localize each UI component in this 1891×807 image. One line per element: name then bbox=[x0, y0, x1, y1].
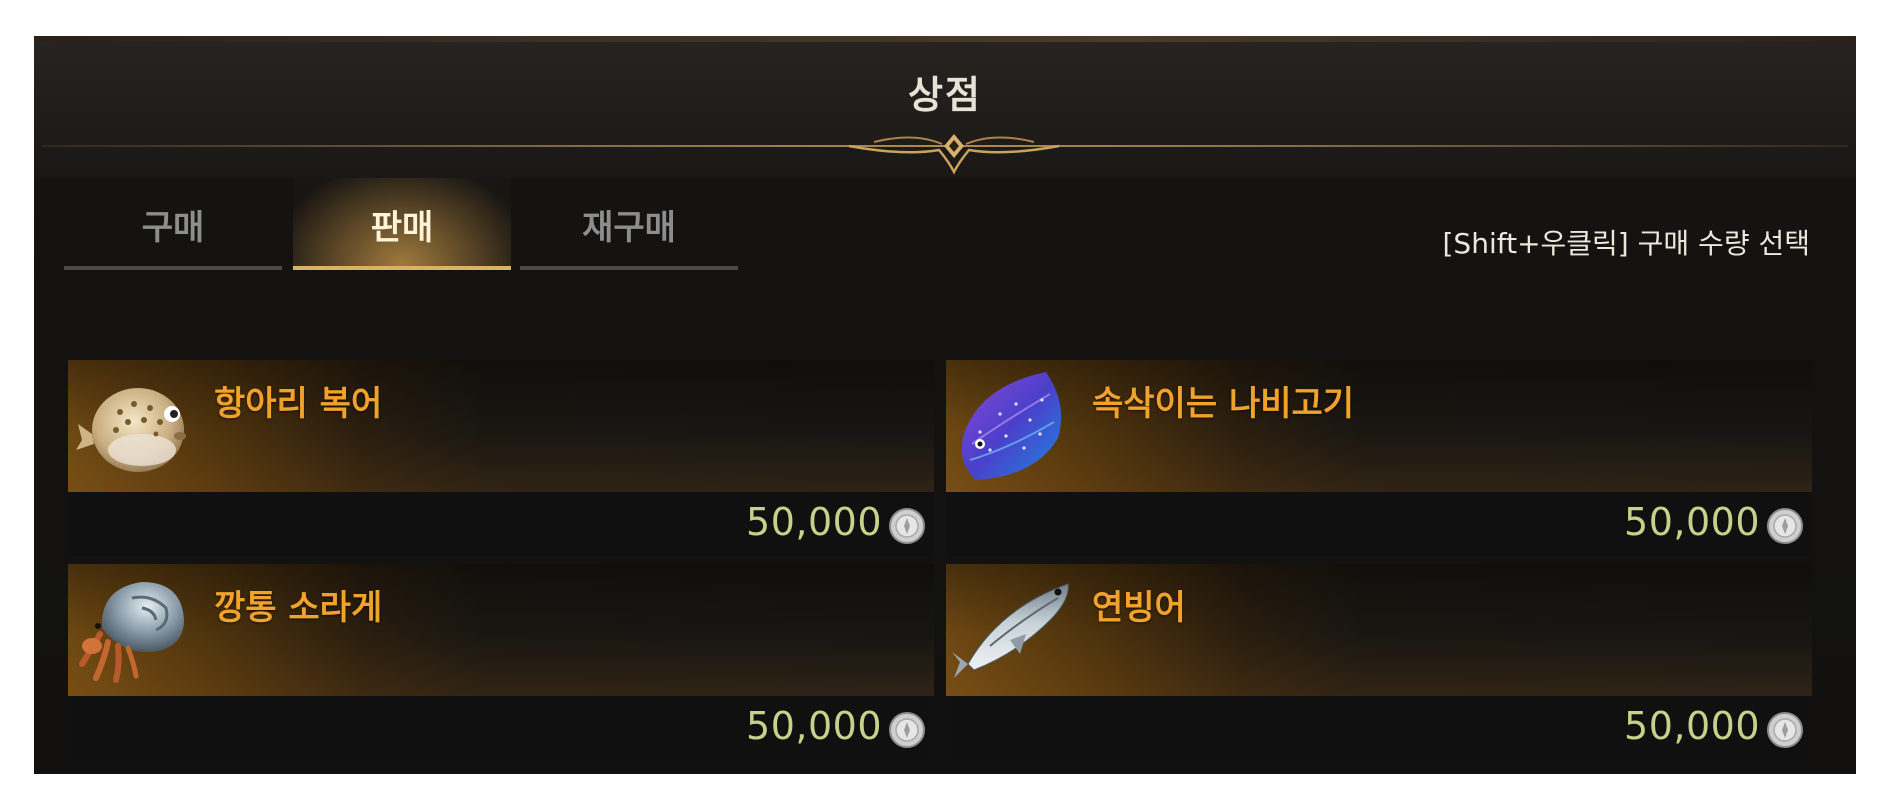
tab-buy[interactable]: 구매 bbox=[64, 178, 282, 270]
shop-window: 상점 구매 판매 재구매 [Shift+우클릭] 구매 수량 선택 항아리 복어… bbox=[34, 36, 1856, 774]
silver-coin-icon bbox=[1767, 508, 1803, 544]
shop-item[interactable]: 깡통 소라게 50,000 bbox=[68, 564, 934, 760]
item-name: 연빙어 bbox=[1092, 588, 1186, 628]
tab-sell-label: 판매 bbox=[370, 208, 434, 248]
title-bar: 상점 bbox=[34, 42, 1856, 178]
hermit-crab-icon bbox=[79, 582, 184, 683]
quantity-hint: [Shift+우클릭] 구매 수량 선택 bbox=[1442, 227, 1811, 260]
tab-buy-label: 구매 bbox=[141, 208, 205, 248]
item-price: 50,000 bbox=[1624, 704, 1760, 748]
item-name-band bbox=[946, 564, 1812, 696]
tab-rebuy-label: 재구매 bbox=[582, 208, 676, 248]
tab-buy-underline bbox=[64, 266, 282, 270]
silver-coin-icon bbox=[889, 712, 925, 748]
item-name-band bbox=[68, 360, 934, 492]
item-price: 50,000 bbox=[746, 500, 882, 544]
tab-sell[interactable]: 판매 bbox=[293, 178, 511, 270]
item-price: 50,000 bbox=[746, 704, 882, 748]
window-title: 상점 bbox=[908, 73, 982, 117]
smelt-fish-icon bbox=[952, 583, 1069, 678]
shop-item[interactable]: 속삭이는 나비고기 50,000 bbox=[946, 360, 1812, 556]
tab-sell-underline bbox=[293, 266, 511, 270]
tab-rebuy-underline bbox=[520, 266, 738, 270]
tab-rebuy[interactable]: 재구매 bbox=[520, 178, 738, 270]
item-name: 항아리 복어 bbox=[214, 384, 383, 424]
pufferfish-icon bbox=[76, 388, 186, 472]
silver-coin-icon bbox=[889, 508, 925, 544]
butterflyfish-icon bbox=[961, 372, 1062, 480]
item-name-band bbox=[68, 564, 934, 696]
shop-item[interactable]: 항아리 복어 50,000 bbox=[68, 360, 934, 556]
silver-coin-icon bbox=[1767, 712, 1803, 748]
item-name-band bbox=[946, 360, 1812, 492]
shop-item[interactable]: 연빙어 50,000 bbox=[946, 564, 1812, 760]
item-price: 50,000 bbox=[1624, 500, 1760, 544]
title-ornament-icon bbox=[674, 134, 1234, 175]
item-name: 깡통 소라게 bbox=[214, 588, 383, 628]
item-name: 속삭이는 나비고기 bbox=[1092, 384, 1355, 424]
